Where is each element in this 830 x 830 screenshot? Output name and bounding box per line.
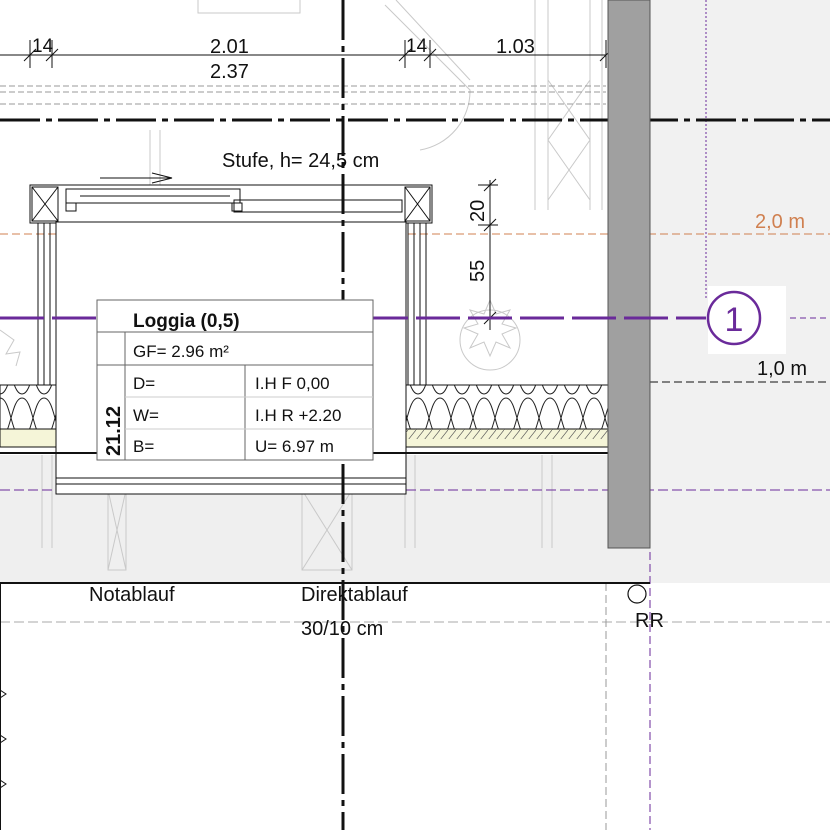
room-row-3-left: B= <box>133 437 154 456</box>
room-number: 21.12 <box>103 406 125 456</box>
room-row-2-left: W= <box>133 406 159 425</box>
floor-plan-canvas[interactable]: 1 Loggia (0,5) GF= 2.96 m² 21.12 D= I.H … <box>0 0 830 830</box>
room-row-1-right: I.H F 0,00 <box>255 374 330 393</box>
room-name: Loggia (0,5) <box>133 311 240 332</box>
room-area: GF= 2.96 m² <box>133 342 229 361</box>
dim-top-right-14: 14 <box>406 36 428 57</box>
rr-label: RR <box>635 610 664 632</box>
dim-top-left-14: 14 <box>32 36 54 57</box>
dim-vert-55: 55 <box>467 260 489 282</box>
direktablauf-label: Direktablauf <box>301 584 408 606</box>
room-row-1-left: D= <box>133 374 155 393</box>
room-row-3-right: U= 6.97 m <box>255 437 334 456</box>
insulation-right <box>405 384 609 430</box>
dim-top-201: 2.01 <box>210 36 249 58</box>
floor-plate-left <box>0 428 57 448</box>
dim-vert-20: 20 <box>467 200 489 222</box>
level-1-label: 1,0 m <box>757 358 807 380</box>
rr-drain-symbol[interactable] <box>627 584 647 604</box>
dim-top-103: 1.03 <box>496 36 535 58</box>
direktablauf-size-label: 30/10 cm <box>301 618 383 640</box>
room-row-2-right: I.H R +2.20 <box>255 406 341 425</box>
level-2-label: 2,0 m <box>755 211 805 233</box>
dim-top-237: 2.37 <box>210 61 249 83</box>
notablauf-label: Notablauf <box>89 584 175 606</box>
stufe-label: Stufe, h= 24,5 cm <box>222 150 379 172</box>
insulation-left <box>0 384 57 430</box>
axis-marker-label: 1 <box>725 301 744 339</box>
concrete-wall <box>607 0 651 549</box>
